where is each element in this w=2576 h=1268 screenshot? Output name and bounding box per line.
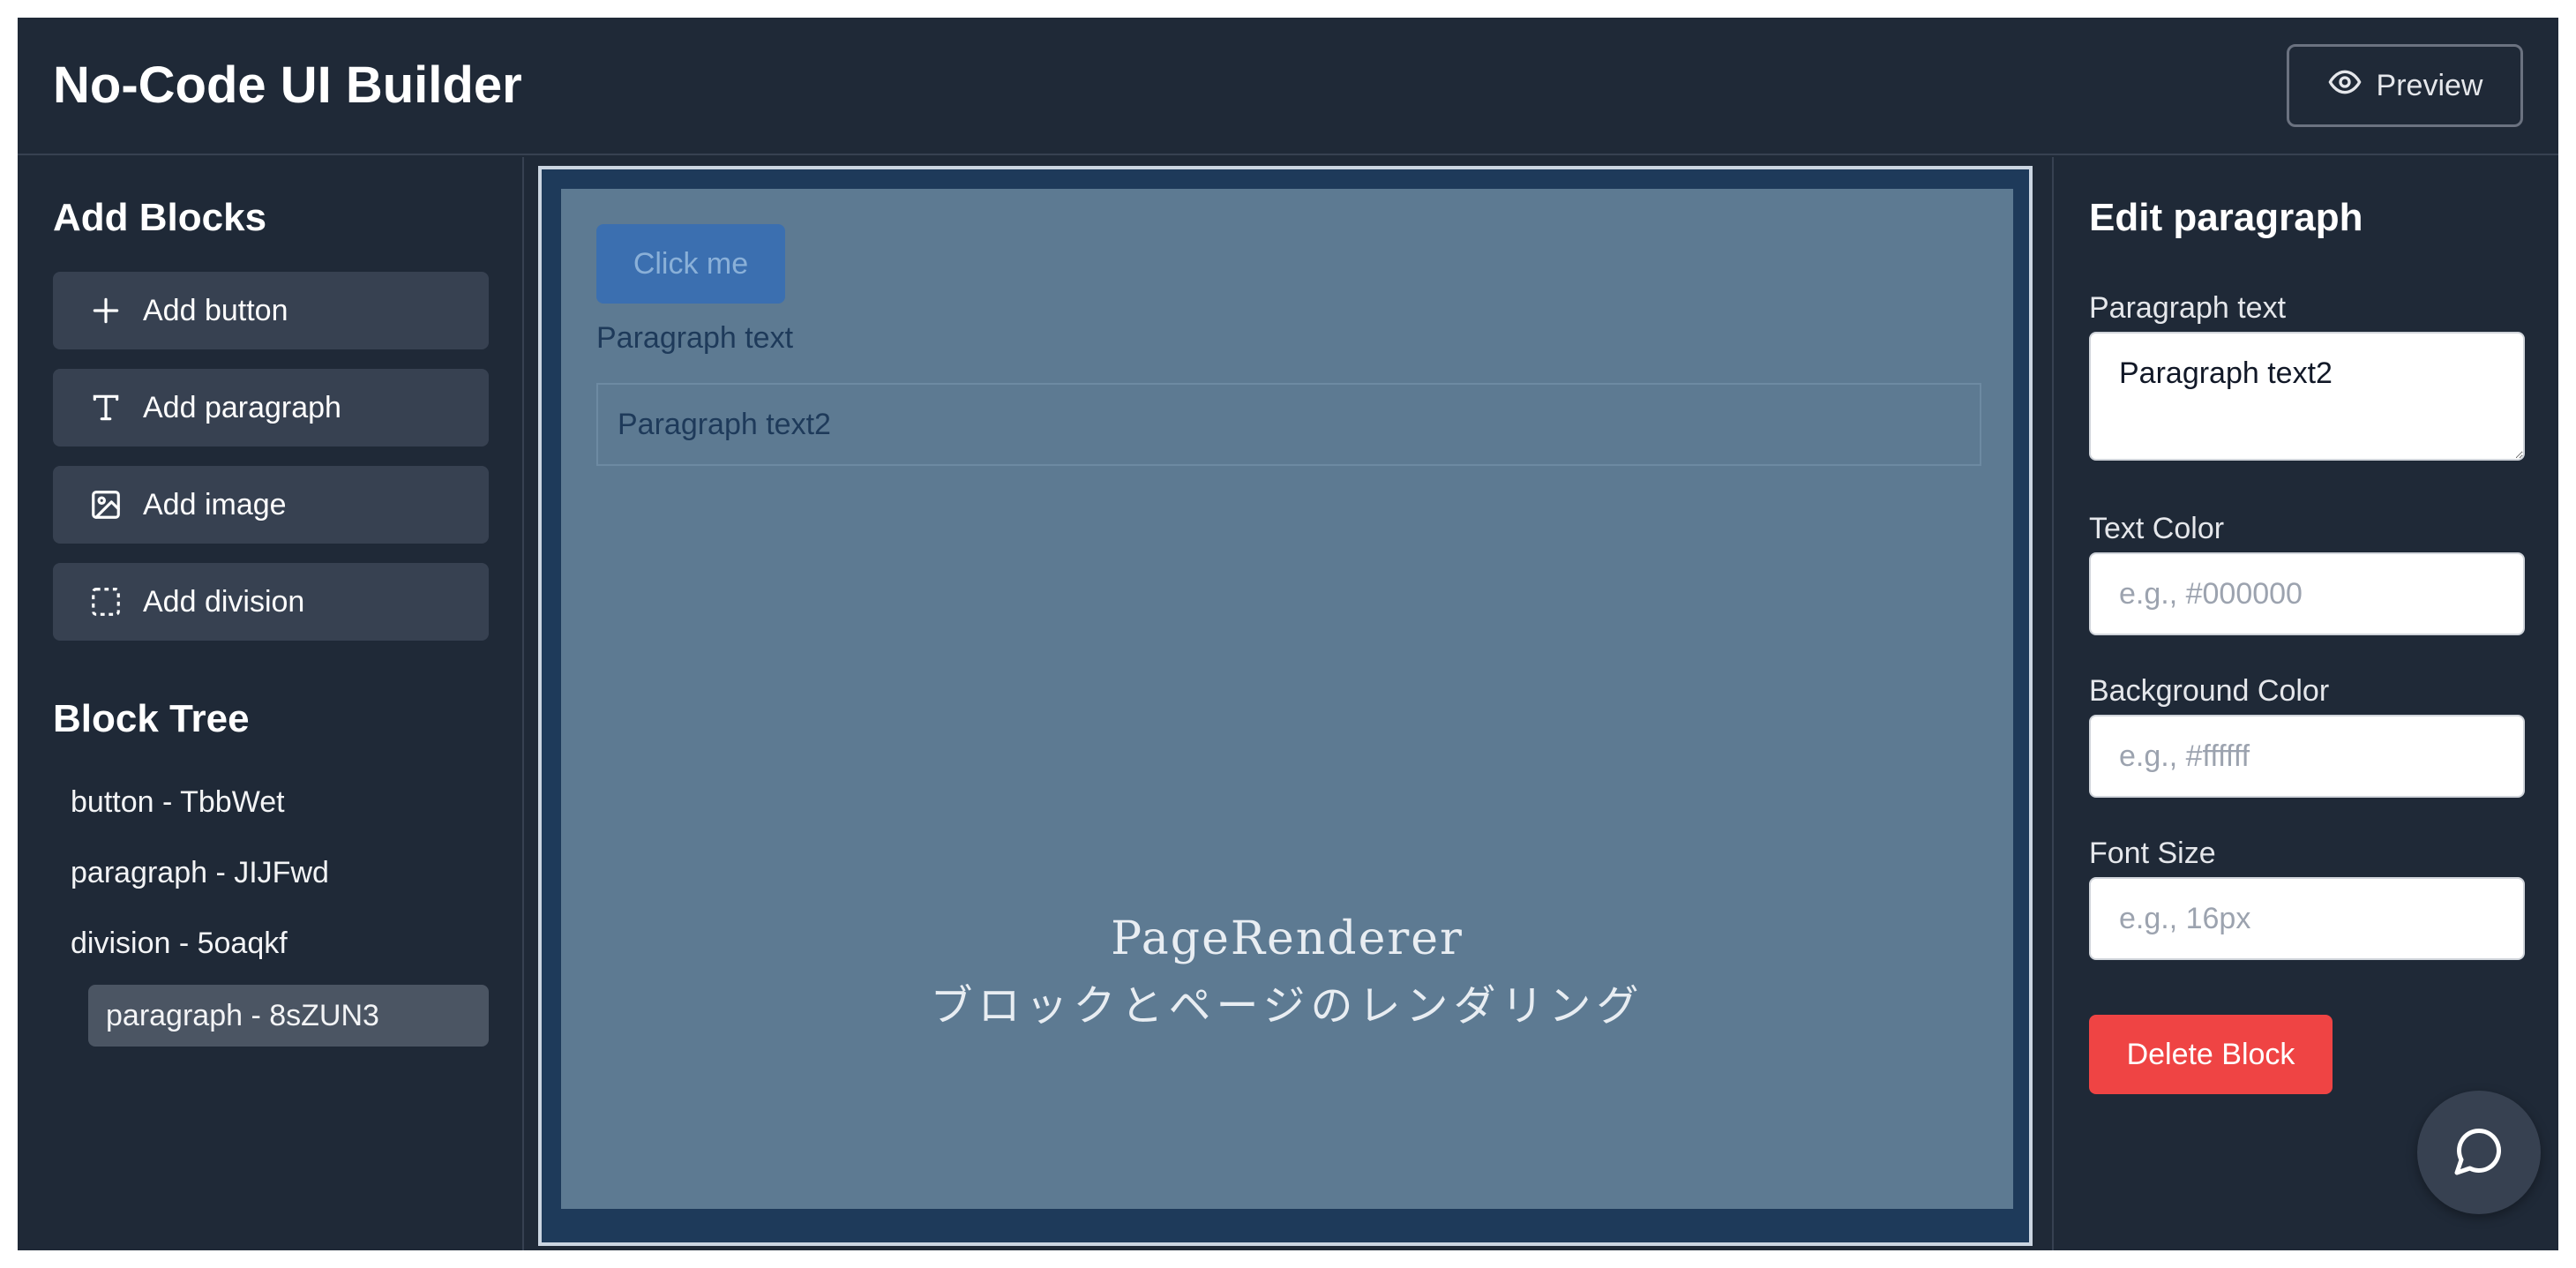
preview-button-label: Preview xyxy=(2376,68,2483,102)
eye-icon xyxy=(2327,64,2363,108)
app-header: No-Code UI Builder Preview xyxy=(18,18,2558,155)
delete-block-button[interactable]: Delete Block xyxy=(2089,1015,2333,1094)
paragraph-text-input[interactable]: Paragraph text2 xyxy=(2089,332,2525,461)
add-division-button[interactable]: Add division xyxy=(53,563,489,641)
left-sidebar: Add Blocks Add button Add paragraph Add … xyxy=(18,157,524,1250)
background-color-label: Background Color xyxy=(2089,674,2330,708)
app-title: No-Code UI Builder xyxy=(53,56,522,114)
preview-button[interactable]: Preview xyxy=(2287,44,2523,127)
edit-panel-heading: Edit paragraph xyxy=(2089,196,2363,239)
image-icon xyxy=(88,487,124,522)
canvas-nested-paragraph-block[interactable]: Paragraph text2 xyxy=(618,408,831,442)
block-tree-heading: Block Tree xyxy=(53,697,250,740)
add-paragraph-label: Add paragraph xyxy=(143,390,341,424)
plus-icon xyxy=(88,293,124,328)
page-renderer: Click me Paragraph text Paragraph text2 … xyxy=(561,189,2013,1209)
tree-item-paragraph[interactable]: paragraph - JIJFwd xyxy=(71,856,329,890)
text-color-label: Text Color xyxy=(2089,512,2225,545)
chat-bubble-icon xyxy=(2452,1124,2505,1182)
overlay-subtitle: ブロックとページのレンダリング xyxy=(930,981,1644,1031)
text-color-input[interactable] xyxy=(2089,552,2525,635)
chat-button[interactable] xyxy=(2417,1091,2541,1214)
add-button-label: Add button xyxy=(143,293,288,327)
canvas-paragraph-block[interactable]: Paragraph text xyxy=(596,321,793,356)
dashed-square-icon xyxy=(88,584,124,619)
text-icon xyxy=(88,390,124,425)
add-blocks-heading: Add Blocks xyxy=(53,196,267,239)
add-paragraph-button[interactable]: Add paragraph xyxy=(53,369,489,446)
add-image-label: Add image xyxy=(143,487,287,521)
add-division-label: Add division xyxy=(143,584,305,619)
right-sidebar: Edit paragraph Paragraph text Paragraph … xyxy=(2052,157,2558,1250)
tree-item-nested-paragraph-label: paragraph - 8sZUN3 xyxy=(106,998,379,1032)
paragraph-text-label: Paragraph text xyxy=(2089,291,2287,325)
tree-item-division[interactable]: division - 5oaqkf xyxy=(71,927,288,961)
add-button-button[interactable]: Add button xyxy=(53,272,489,349)
font-size-label: Font Size xyxy=(2089,837,2216,870)
tree-item-button[interactable]: button - TbbWet xyxy=(71,785,285,820)
canvas-division-block[interactable]: Paragraph text2 xyxy=(596,383,1981,466)
add-image-button[interactable]: Add image xyxy=(53,466,489,544)
app-window: No-Code UI Builder Preview Add Blocks Ad… xyxy=(18,18,2558,1250)
background-color-input[interactable] xyxy=(2089,715,2525,798)
page-canvas: Click me Paragraph text Paragraph text2 … xyxy=(538,166,2033,1246)
tree-item-nested-paragraph[interactable]: paragraph - 8sZUN3 xyxy=(88,985,489,1047)
font-size-input[interactable] xyxy=(2089,877,2525,960)
overlay-title: PageRenderer xyxy=(1111,912,1464,965)
canvas-button-block[interactable]: Click me xyxy=(596,224,785,304)
